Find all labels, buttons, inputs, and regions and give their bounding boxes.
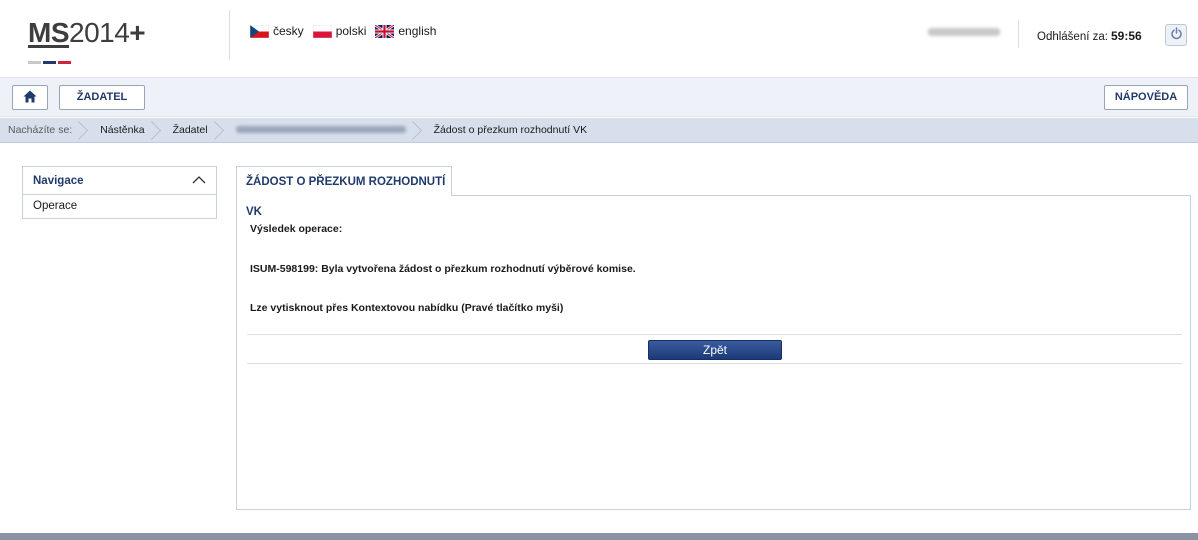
help-button[interactable]: NÁPOVĚDA — [1104, 85, 1188, 110]
header-separator — [229, 10, 230, 60]
tab-zadost-prezkum[interactable]: ŽÁDOST O PŘEZKUM ROZHODNUTÍ VK — [236, 166, 452, 218]
back-button[interactable]: Zpět — [648, 340, 782, 360]
result-message: ISUM-598199: Byla vytvořena žádost o pře… — [250, 263, 636, 275]
breadcrumb-item-nastenka[interactable]: Nástěnka — [86, 118, 158, 143]
breadcrumb-item-project-blurred[interactable] — [222, 118, 420, 143]
home-icon — [23, 90, 37, 106]
language-switcher: česky polski english — [250, 24, 445, 38]
pl-flag-icon — [312, 24, 332, 38]
logout-button[interactable] — [1165, 24, 1187, 46]
logo-suffix: 2014 — [69, 17, 130, 48]
logout-timer-value: 59:56 — [1110, 29, 1142, 43]
cz-flag-icon — [250, 24, 269, 38]
main-navbar: ŽADATEL NÁPOVĚDA — [0, 77, 1198, 117]
divider-bottom — [247, 363, 1182, 364]
chevron-up-icon[interactable] — [192, 175, 206, 187]
logo-prefix: MS — [28, 17, 70, 48]
user-name-blurred[interactable] — [928, 28, 1000, 36]
navigation-panel-header[interactable]: Navigace — [22, 166, 217, 195]
lang-cesky[interactable]: česky — [250, 24, 304, 38]
logout-label: Odhlášení za: — [1037, 31, 1108, 43]
home-button[interactable] — [12, 85, 48, 110]
logo-stripes — [28, 55, 88, 64]
footer-bar — [0, 533, 1198, 540]
navigation-title: Navigace — [33, 174, 84, 187]
breadcrumb-item-current: Žádost o přezkum rozhodnutí VK — [433, 123, 588, 136]
power-icon — [1170, 27, 1183, 43]
logo-text: MS2014+ — [28, 16, 178, 50]
print-hint: Lze vytisknout přes Kontextovou nabídku … — [250, 302, 564, 314]
zadatel-button[interactable]: ŽADATEL — [59, 85, 145, 110]
divider-top — [247, 334, 1182, 335]
gb-flag-icon — [375, 24, 395, 38]
lang-english-label: english — [398, 24, 437, 38]
breadcrumb-item-zadatel[interactable]: Žadatel — [159, 118, 222, 143]
breadcrumb: Nacházíte se: Nástěnka Žadatel Žádost o … — [0, 118, 1198, 143]
top-header: MS2014+ česky polski english Odhlášení z… — [0, 0, 1198, 70]
lang-polski-label: polski — [335, 24, 367, 38]
navigation-panel: Navigace Operace — [22, 166, 217, 219]
logo[interactable]: MS2014+ — [28, 16, 178, 64]
main-content-panel: Výsledek operace: ISUM-598199: Byla vytv… — [236, 195, 1191, 510]
lang-polski[interactable]: polski — [312, 24, 367, 38]
lang-english[interactable]: english — [375, 24, 436, 38]
logout-timer: Odhlášení za: 59:56 — [1037, 29, 1142, 43]
header-separator-2 — [1018, 20, 1019, 48]
sidebar-item-operace[interactable]: Operace — [22, 195, 217, 219]
breadcrumb-prefix: Nacházíte se: — [0, 118, 86, 143]
logo-plus: + — [129, 17, 146, 48]
result-heading: Výsledek operace: — [250, 223, 343, 235]
lang-cesky-label: česky — [273, 24, 304, 38]
blurred-text — [235, 126, 406, 134]
